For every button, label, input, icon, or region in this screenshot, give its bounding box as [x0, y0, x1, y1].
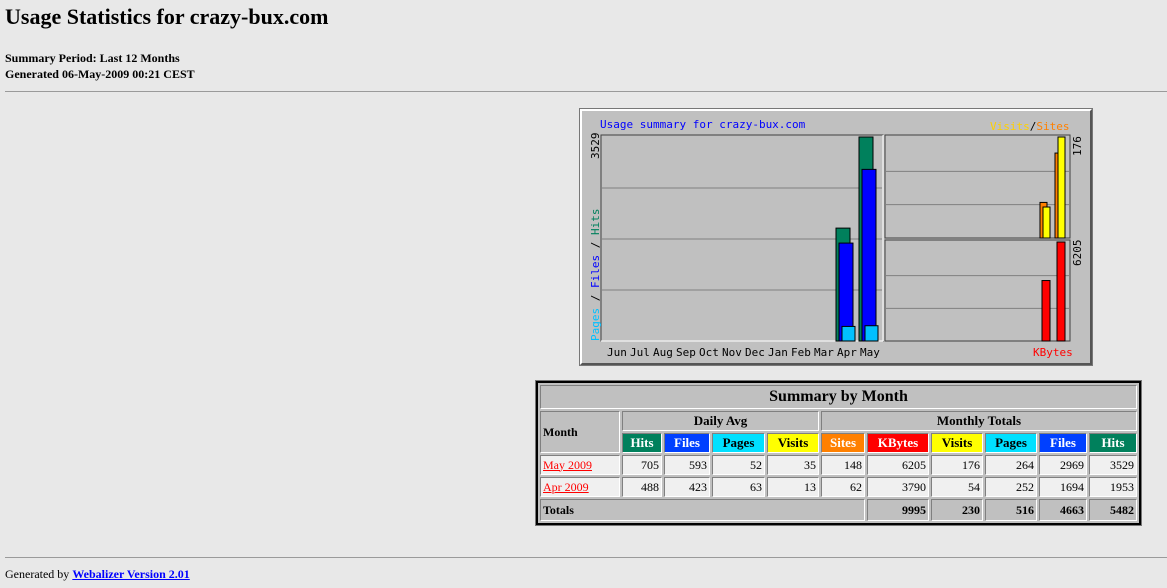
month-link-may-2009[interactable]: May 2009 — [543, 458, 592, 472]
cell: 1953 — [1089, 477, 1137, 497]
bar-visits — [1042, 206, 1051, 239]
visits-max-label: 176 — [1071, 136, 1084, 156]
x-tick-label: Mar — [814, 346, 834, 359]
kbytes-max-label: 6205 — [1071, 240, 1084, 267]
cell: 35 — [767, 455, 819, 475]
cell: 423 — [664, 477, 710, 497]
cell: 252 — [985, 477, 1037, 497]
legend-sites: Sites — [1036, 120, 1069, 133]
legend-pages: Pages — [589, 308, 602, 341]
bar-kbytes — [1056, 241, 1066, 342]
cell: 176 — [931, 455, 983, 475]
daily-pages-header: Pages — [712, 433, 765, 453]
footer: Generated by Webalizer Version 2.01 — [5, 567, 190, 582]
x-tick-label: Sep — [676, 346, 696, 359]
bar-files — [861, 168, 877, 342]
cell: 13 — [767, 477, 819, 497]
legend-visits: Visits — [990, 120, 1030, 133]
cell: 148 — [821, 455, 865, 475]
totals-cell: 9995 — [867, 499, 929, 521]
graph-title: Usage summary for crazy-bux.com — [600, 118, 806, 131]
cell: 62 — [821, 477, 865, 497]
totals-label: Totals — [540, 499, 865, 521]
footer-prefix: Generated by — [5, 567, 70, 581]
cell: 488 — [622, 477, 662, 497]
monthly-totals-header: Monthly Totals — [821, 411, 1137, 431]
x-tick-label: Jul — [630, 346, 650, 359]
daily-visits-header: Visits — [767, 433, 819, 453]
monthly-sites-header: Sites — [821, 433, 865, 453]
summary-period: Summary Period: Last 12 Months — [5, 51, 180, 65]
cell: 6205 — [867, 455, 929, 475]
cell: 2969 — [1039, 455, 1087, 475]
cell: 264 — [985, 455, 1037, 475]
bar-visits — [1057, 136, 1066, 239]
main-max-label: 3529 — [589, 133, 602, 160]
usage-chart: Jun Jul Aug Sep Oct Nov Dec Jan Feb Mar Apr May Usa… — [589, 118, 1084, 359]
usage-summary-graph: Jun Jul Aug Sep Oct Nov Dec Jan Feb Mar Apr May Usa… — [579, 108, 1093, 366]
cell: 705 — [622, 455, 662, 475]
x-tick-label: Feb — [791, 346, 811, 359]
x-tick-label: Nov — [722, 346, 742, 359]
table-caption: Summary by Month — [540, 385, 1137, 409]
x-tick-label: Jan — [768, 346, 788, 359]
x-tick-label: Oct — [699, 346, 719, 359]
month-link-apr-2009[interactable]: Apr 2009 — [543, 480, 589, 494]
cell: 54 — [931, 477, 983, 497]
legend-hits: Hits — [589, 209, 602, 236]
x-tick-label: Dec — [745, 346, 765, 359]
bar-pages — [841, 325, 856, 342]
totals-cell: 230 — [931, 499, 983, 521]
monthly-kbytes-header: KBytes — [867, 433, 929, 453]
daily-avg-header: Daily Avg — [622, 411, 819, 431]
monthly-hits-header: Hits — [1089, 433, 1137, 453]
table-row: May 2009 705 593 52 35 148 6205 176 264 … — [540, 455, 1137, 475]
webalizer-link[interactable]: Webalizer Version 2.01 — [72, 567, 189, 581]
totals-cell: 5482 — [1089, 499, 1137, 521]
x-tick-label: Aug — [653, 346, 673, 359]
legend-slash: / — [1030, 120, 1037, 133]
svg-text:Pages / Files / Hits: Pages / Files / Hits — [589, 209, 602, 342]
generated-date: Generated 06-May-2009 00:21 CEST — [5, 67, 195, 81]
top-divider — [5, 91, 1167, 92]
cell: 1694 — [1039, 477, 1087, 497]
page-title: Usage Statistics for crazy-bux.com — [5, 4, 329, 29]
cell: 593 — [664, 455, 710, 475]
month-header: Month — [540, 411, 620, 453]
cell: 52 — [712, 455, 765, 475]
legend-files: Files — [589, 255, 602, 288]
cell: 3790 — [867, 477, 929, 497]
totals-cell: 516 — [985, 499, 1037, 521]
cell: 63 — [712, 477, 765, 497]
monthly-files-header: Files — [1039, 433, 1087, 453]
daily-files-header: Files — [664, 433, 710, 453]
totals-cell: 4663 — [1039, 499, 1087, 521]
svg-text:Visits/Sites: Visits/Sites — [990, 120, 1070, 133]
daily-hits-header: Hits — [622, 433, 662, 453]
x-tick-label: May — [860, 346, 880, 359]
totals-row: Totals 9995 230 516 4663 5482 — [540, 499, 1137, 521]
bar-pages — [864, 325, 879, 342]
x-tick-label: Apr — [837, 346, 857, 359]
monthly-pages-header: Pages — [985, 433, 1037, 453]
summary-by-month-table: Summary by Month Month Daily Avg Monthly… — [535, 380, 1142, 526]
x-tick-label: Jun — [607, 346, 627, 359]
bar-kbytes — [1041, 280, 1051, 342]
monthly-visits-header: Visits — [931, 433, 983, 453]
legend-kbytes: KBytes — [1033, 346, 1073, 359]
table-row: Apr 2009 488 423 63 13 62 3790 54 252 16… — [540, 477, 1137, 497]
cell: 3529 — [1089, 455, 1137, 475]
bottom-divider — [5, 557, 1167, 558]
